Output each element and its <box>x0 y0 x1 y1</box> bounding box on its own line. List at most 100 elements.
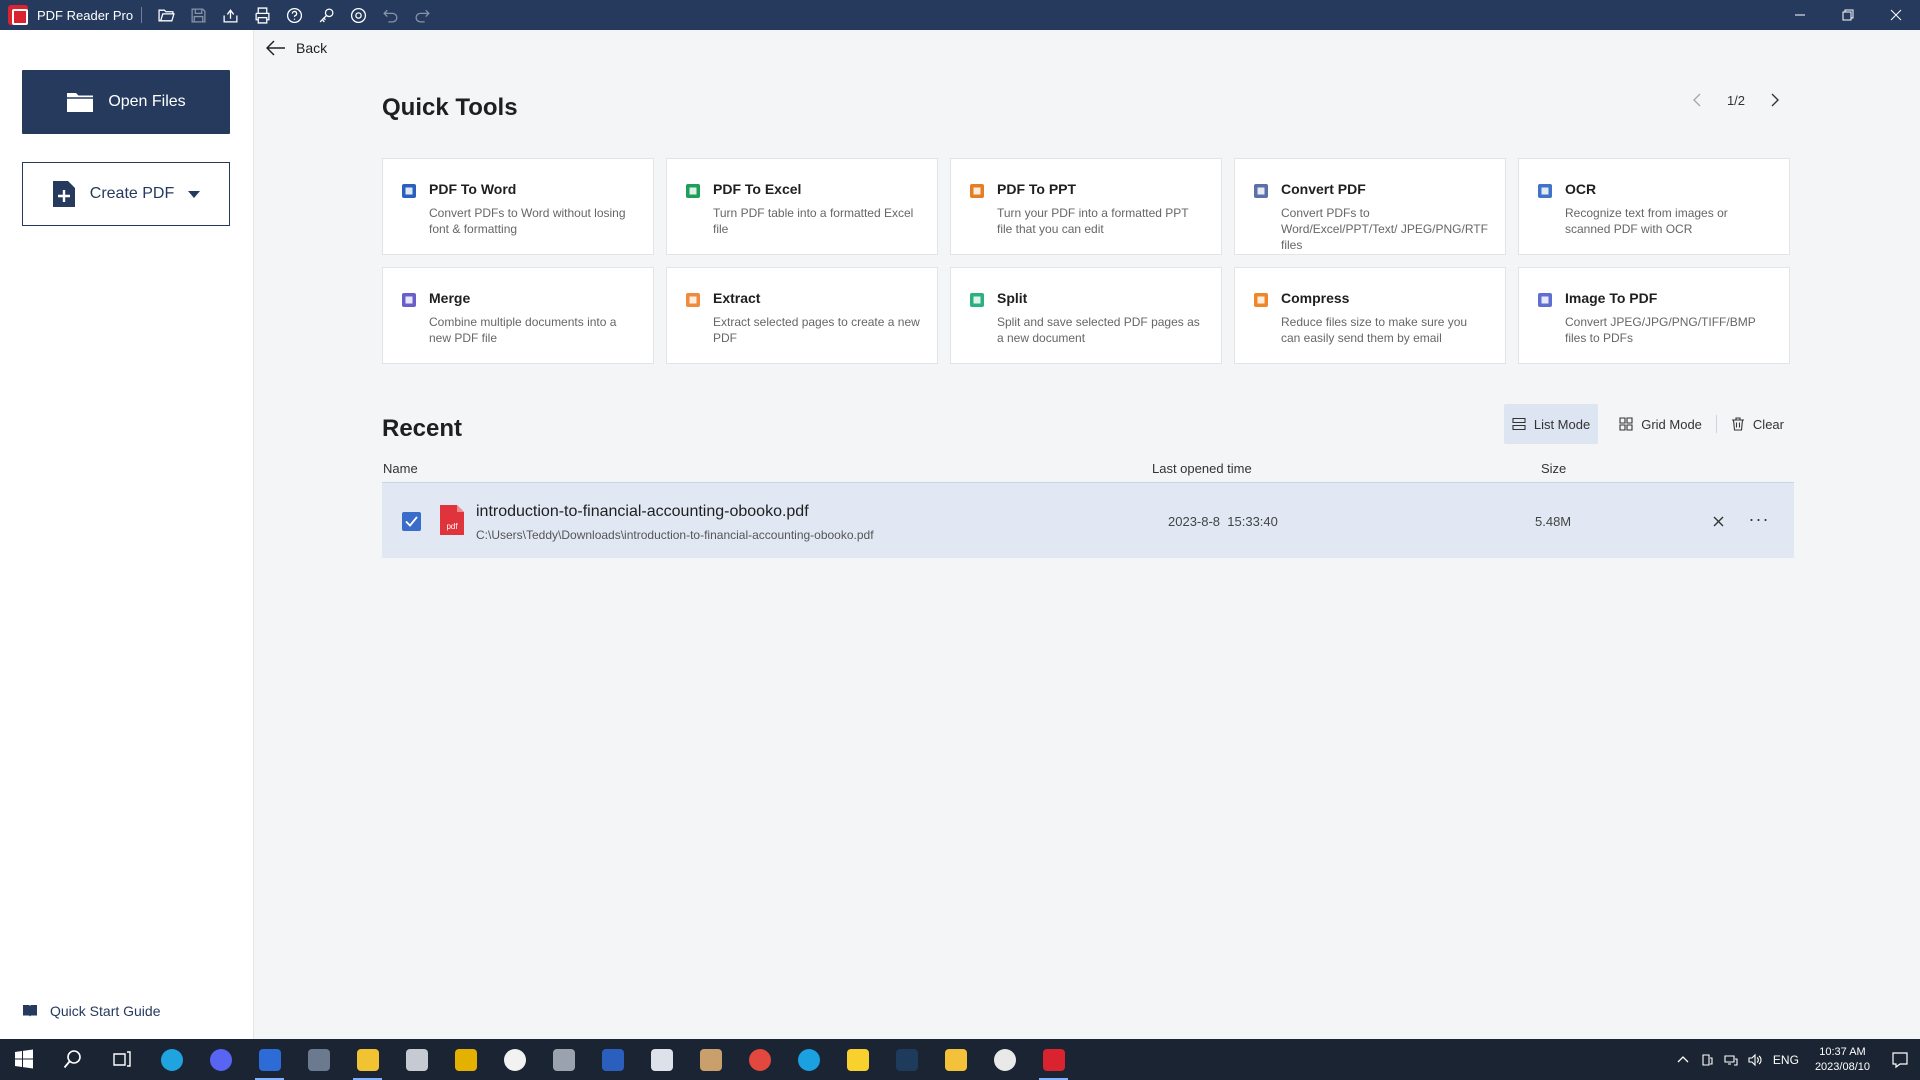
grid-icon <box>1619 417 1633 431</box>
image-icon <box>1538 293 1552 307</box>
title-separator <box>141 7 143 23</box>
prev-page-button[interactable] <box>1682 88 1712 112</box>
edge-icon[interactable] <box>147 1039 196 1080</box>
clock-time: 10:37 AM <box>1819 1045 1866 1058</box>
extract-icon <box>686 293 700 307</box>
settings-icon[interactable] <box>342 0 374 30</box>
clear-label: Clear <box>1752 416 1784 432</box>
device-icon[interactable] <box>1695 1039 1719 1080</box>
window-controls <box>1776 0 1920 30</box>
back-button[interactable]: Back <box>266 40 327 56</box>
list-mode-button[interactable]: List Mode <box>1503 404 1599 444</box>
column-header-size[interactable]: Size <box>1541 461 1566 476</box>
skype-icon[interactable] <box>784 1039 833 1080</box>
next-page-button[interactable] <box>1760 88 1790 112</box>
quick-tools-title: Quick Tools <box>382 94 518 121</box>
skype-glyph <box>797 1048 820 1071</box>
file-checkbox[interactable] <box>402 512 421 531</box>
recent-file-row[interactable]: pdf introduction-to-financial-accounting… <box>382 482 1794 558</box>
quick-tools-pager: 1/2 <box>1682 88 1790 112</box>
terminal-icon[interactable] <box>245 1039 294 1080</box>
tool-card-ppt[interactable]: PDF To PPT Turn your PDF into a formatted… <box>950 158 1222 255</box>
calculator-glyph <box>307 1048 330 1071</box>
close-icon[interactable] <box>1872 0 1920 30</box>
slack-glyph <box>993 1048 1016 1071</box>
merge-icon <box>402 293 416 307</box>
potato-icon[interactable] <box>686 1039 735 1080</box>
split-icon <box>970 293 984 307</box>
tool-card-convert[interactable]: Convert PDF Convert PDFs to Word/Excel/PP… <box>1234 158 1506 255</box>
chevron-down-icon[interactable] <box>188 190 201 198</box>
clock-date: 2023/08/10 <box>1814 1060 1870 1073</box>
network-icon[interactable] <box>1719 1039 1743 1080</box>
app-gray-icon[interactable] <box>539 1039 588 1080</box>
open-files-label: Open Files <box>108 93 186 110</box>
discord-icon[interactable] <box>196 1039 245 1080</box>
remove-recent-button[interactable] <box>1708 511 1728 531</box>
tool-description: Reduce files size to make sure you can e… <box>1281 315 1468 345</box>
grid-mode-label: Grid Mode <box>1641 416 1702 432</box>
clock[interactable]: 10:37 AM 2023/08/10 <box>1815 1045 1870 1075</box>
file-explorer-icon[interactable] <box>343 1039 392 1080</box>
tool-card-extract[interactable]: Extract Extract selected pages to create … <box>666 267 938 364</box>
tool-card-split[interactable]: Split Split and save selected PDF pages a… <box>950 267 1222 364</box>
discord-glyph <box>209 1048 232 1071</box>
chrome-icon[interactable] <box>735 1039 784 1080</box>
tool-card-merge[interactable]: Merge Combine multiple documents into a n… <box>382 267 654 364</box>
itunes-icon[interactable] <box>490 1039 539 1080</box>
open-folder-icon[interactable] <box>150 0 182 30</box>
quick-start-guide-link[interactable]: Quick Start Guide <box>22 1003 161 1019</box>
volume-icon[interactable] <box>1743 1039 1767 1080</box>
tool-title: Merge <box>429 290 471 306</box>
column-header-time[interactable]: Last opened time <box>1152 461 1252 476</box>
app-yellow-icon[interactable] <box>441 1039 490 1080</box>
app-icon[interactable] <box>392 1039 441 1080</box>
tool-card-ocr[interactable]: OCR Recognize text from images or scanned… <box>1518 158 1790 255</box>
file-last-opened: 2023-8-8 15:33:40 <box>1168 514 1278 529</box>
key-icon[interactable] <box>310 0 342 30</box>
task-view-icon[interactable] <box>98 1039 147 1080</box>
chevron-up-icon[interactable] <box>1671 1039 1695 1080</box>
convert-icon <box>1254 184 1268 198</box>
slack-icon[interactable] <box>980 1039 1029 1080</box>
redo-icon[interactable] <box>406 0 438 30</box>
search-glyph <box>63 1049 85 1071</box>
calculator-icon[interactable] <box>294 1039 343 1080</box>
tool-card-word[interactable]: PDF To Word Convert PDFs to Word without … <box>382 158 654 255</box>
tool-card-compress[interactable]: Compress Reduce files size to make sure y… <box>1234 267 1506 364</box>
share-icon[interactable] <box>214 0 246 30</box>
search-icon[interactable] <box>49 1039 98 1080</box>
steam-icon[interactable] <box>882 1039 931 1080</box>
ocr-icon <box>1538 184 1552 198</box>
back-label: Back <box>296 40 328 56</box>
app-terminal-glyph <box>650 1048 673 1071</box>
column-header-name[interactable]: Name <box>383 461 418 476</box>
sticky-notes-glyph <box>846 1048 869 1071</box>
tool-card-image[interactable]: Image To PDF Convert JPEG/JPG/PNG/TIFF/BM… <box>1518 267 1790 364</box>
restore-icon[interactable] <box>1824 0 1872 30</box>
pdf-reader-pro-icon[interactable] <box>1029 1039 1078 1080</box>
windows-start-icon[interactable] <box>0 1039 49 1080</box>
undo-icon[interactable] <box>374 0 406 30</box>
potato-glyph <box>699 1048 722 1071</box>
print-icon[interactable] <box>246 0 278 30</box>
compress-icon <box>1254 293 1268 307</box>
create-pdf-button[interactable]: Create PDF <box>22 162 230 226</box>
notification-icon[interactable] <box>1880 1039 1920 1080</box>
steam-glyph <box>895 1048 918 1071</box>
paw-icon[interactable] <box>931 1039 980 1080</box>
more-options-button[interactable]: ··· <box>1744 509 1774 529</box>
input-language[interactable]: ENG <box>1773 1053 1799 1067</box>
tool-card-excel[interactable]: PDF To Excel Turn PDF table into a format… <box>666 158 938 255</box>
open-files-button[interactable]: Open Files <box>22 70 230 134</box>
system-tray: ENG 10:37 AM 2023/08/10 <box>1671 1039 1920 1080</box>
word-icon <box>402 184 416 198</box>
help-icon[interactable] <box>278 0 310 30</box>
sticky-notes-icon[interactable] <box>833 1039 882 1080</box>
grid-mode-button[interactable]: Grid Mode <box>1611 404 1710 444</box>
app-terminal-icon[interactable] <box>637 1039 686 1080</box>
save-icon[interactable] <box>182 0 214 30</box>
minimize-icon[interactable] <box>1776 0 1824 30</box>
word-icon[interactable] <box>588 1039 637 1080</box>
clear-button[interactable]: Clear <box>1723 404 1792 444</box>
